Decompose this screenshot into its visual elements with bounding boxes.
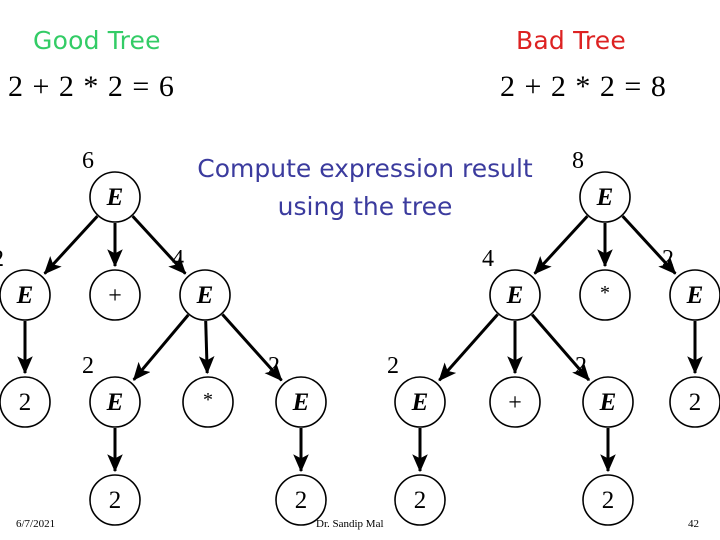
tree-node-b3: E2 (662, 246, 720, 321)
tree-node-b1: E4 (482, 246, 541, 321)
tree-edge (198, 320, 215, 375)
slide-canvas: Good Tree Bad Tree 2 + 2 * 2 = 6 2 + 2 *… (0, 0, 720, 540)
caption-line-2: using the tree (277, 192, 453, 221)
tree-node-g7: E2 (268, 353, 327, 428)
footer-page-number: 42 (688, 518, 699, 530)
caption-line-1: Compute expression result (197, 154, 533, 183)
tree-node-g4: 2 (0, 376, 51, 428)
node-label: 2 (295, 487, 308, 514)
node-value-annotation: 2 (268, 353, 280, 379)
tree-edge (43, 215, 99, 275)
node-label: 2 (414, 487, 427, 514)
node-label: E (106, 184, 124, 211)
node-value-annotation: 2 (662, 246, 674, 272)
footer-author: Dr. Sandip Mal (316, 518, 384, 530)
tree-edge (132, 313, 190, 381)
caption-block: Compute expression result using the tree (160, 150, 570, 226)
node-value-annotation: 2 (387, 353, 399, 379)
node-label: 2 (602, 487, 615, 514)
tree-node-g8: 2 (89, 474, 141, 526)
tree-node-g2: + (89, 269, 141, 321)
tree-node-b4: E2 (387, 353, 446, 428)
node-value-annotation: 4 (172, 246, 184, 272)
node-label: E (16, 282, 34, 309)
tree-node-b6: E2 (575, 353, 634, 428)
node-label: 2 (689, 389, 702, 416)
good-tree-edges (17, 215, 309, 473)
node-value-annotation: 8 (572, 148, 584, 174)
node-label: E (196, 282, 214, 309)
node-label: * (203, 389, 213, 411)
node-label: 2 (19, 389, 32, 416)
tree-node-g6: * (182, 376, 234, 428)
node-value-annotation: 2 (575, 353, 587, 379)
node-value-annotation: 4 (482, 246, 494, 272)
node-label: E (292, 389, 310, 416)
node-label: + (508, 390, 522, 416)
tree-node-b8: 2 (394, 474, 446, 526)
tree-node-b9: 2 (582, 474, 634, 526)
parse-tree-diagram: E6E2+E42E2*E222 E8E4*E2E2+E2222 (0, 148, 720, 526)
node-label: + (108, 283, 122, 309)
node-label: E (106, 389, 124, 416)
node-label: E (506, 282, 524, 309)
tree-edge (438, 313, 499, 382)
node-label: E (686, 282, 704, 309)
node-label: E (599, 389, 617, 416)
tree-node-b7: 2 (669, 376, 720, 428)
node-value-annotation: 2 (0, 246, 4, 272)
node-label: 2 (109, 487, 122, 514)
tree-node-g0: E6 (82, 148, 141, 223)
footer-date: 6/7/2021 (16, 518, 56, 530)
tree-node-b5: + (489, 376, 541, 428)
tree-node-b0: E8 (572, 148, 631, 223)
node-label: E (596, 184, 614, 211)
node-label: * (600, 282, 610, 304)
tree-node-g1: E2 (0, 246, 51, 321)
bad-tree-edges (412, 215, 703, 473)
tree-node-b2: * (579, 269, 631, 321)
node-value-annotation: 6 (82, 148, 94, 174)
tree-node-g5: E2 (82, 353, 141, 428)
tree-node-g3: E4 (172, 246, 231, 321)
node-value-annotation: 2 (82, 353, 94, 379)
node-label: E (411, 389, 429, 416)
